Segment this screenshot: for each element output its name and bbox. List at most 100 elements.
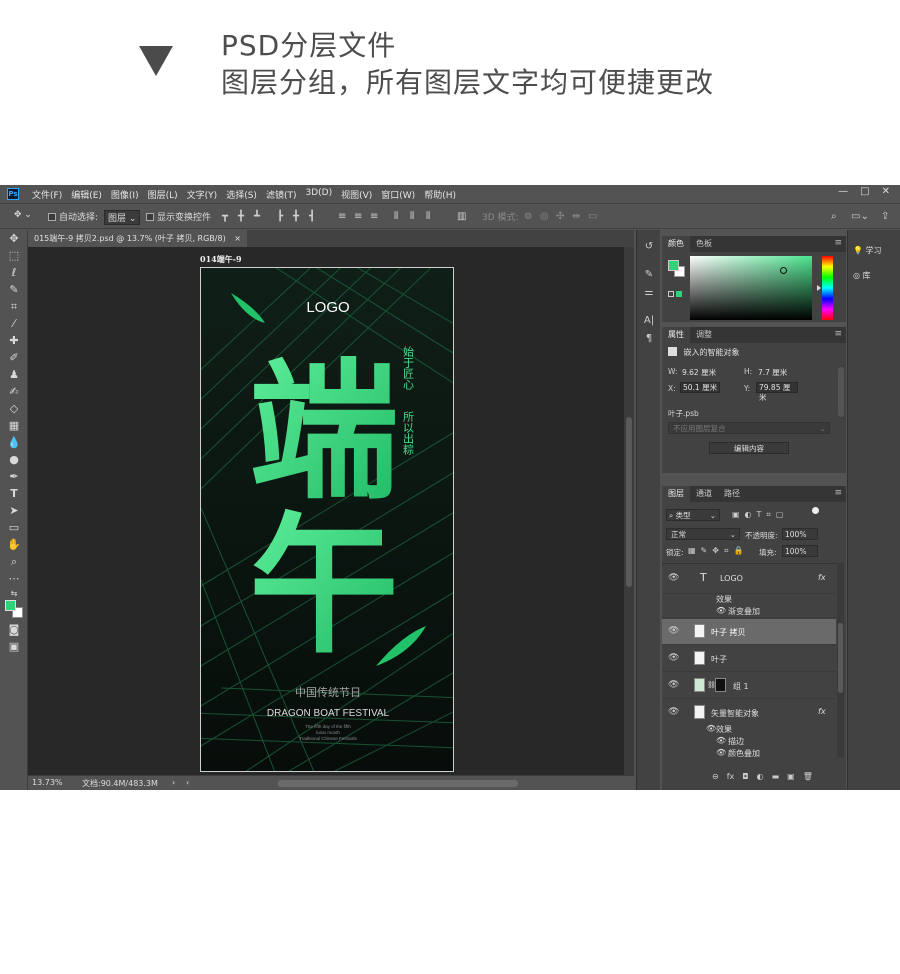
3d-roll-icon[interactable]: ◎	[540, 211, 549, 222]
hue-slider-pointer-icon[interactable]	[817, 285, 821, 291]
fill-input[interactable]: 100%	[782, 545, 818, 557]
layer-filter-icons[interactable]: ▣◐T⌗▢	[732, 510, 789, 520]
layer-row-leaf-copy[interactable]: 👁 叶子 拷贝	[662, 619, 836, 645]
align-right-icon[interactable]: ┫	[309, 211, 315, 222]
effect-eye-icon[interactable]: 👁	[716, 606, 726, 615]
align-left-icon[interactable]: ┣	[277, 211, 283, 222]
fx-icon[interactable]: fx	[818, 573, 826, 582]
menu-item-4[interactable]: 文字(Y)	[187, 188, 218, 201]
layers-scrollbar[interactable]	[837, 563, 844, 757]
healing-tool-icon[interactable]: ✚	[6, 334, 22, 348]
dodge-tool-icon[interactable]: ●	[6, 453, 22, 467]
tab-layers[interactable]: 图层	[662, 486, 690, 502]
y-input[interactable]: 79.85 厘米	[756, 382, 798, 402]
search-icon[interactable]: ⌕	[831, 211, 837, 222]
new-layer-icon[interactable]: ▣	[787, 772, 795, 781]
properties-scroll-thumb[interactable]	[838, 367, 844, 417]
horizontal-scroll-thumb[interactable]	[278, 780, 518, 787]
color-fg-swatch[interactable]	[668, 260, 679, 271]
color-field[interactable]	[690, 256, 812, 320]
menu-item-10[interactable]: 帮助(H)	[424, 188, 456, 201]
visibility-eye-icon[interactable]: 👁	[668, 707, 679, 717]
history-panel-icon[interactable]: ↺	[642, 240, 656, 254]
distribute-hcenter-icon[interactable]: ⫴	[410, 211, 414, 222]
tab-channels[interactable]: 通道	[690, 486, 718, 502]
visibility-eye-icon[interactable]: 👁	[668, 653, 679, 663]
show-transform-checkbox[interactable]: 显示变换控件	[146, 210, 211, 223]
menu-item-1[interactable]: 编辑(E)	[71, 188, 102, 201]
align-vcenter-icon[interactable]: ╋	[238, 211, 244, 222]
visibility-eye-icon[interactable]: 👁	[668, 626, 679, 636]
foreground-color-swatch[interactable]	[5, 600, 16, 611]
effect-stroke[interactable]: 👁 描边	[662, 736, 836, 748]
effect-gradient-overlay[interactable]: 👁 渐变叠加	[662, 606, 836, 618]
x-input[interactable]: 50.1 厘米	[680, 382, 720, 393]
effect-color-overlay[interactable]: 👁 颜色叠加	[662, 748, 836, 760]
menu-item-2[interactable]: 图像(I)	[111, 188, 139, 201]
move-tool-icon[interactable]: ✥	[6, 232, 22, 246]
blur-tool-icon[interactable]: 💧	[6, 436, 22, 450]
zoom-level[interactable]: 13.73%	[32, 778, 63, 787]
swap-colors-icon[interactable]: ⇆	[6, 587, 22, 601]
fx-add-icon[interactable]: fx	[727, 772, 735, 781]
more-tools-icon[interactable]: ⋯	[6, 572, 22, 586]
hand-tool-icon[interactable]: ✋	[6, 538, 22, 552]
status-arrow-icon[interactable]: ›	[172, 778, 175, 787]
type-tool-icon[interactable]: T	[6, 487, 22, 501]
layer-row-group1[interactable]: 👁 ⛓ 组 1	[662, 673, 836, 699]
menu-item-6[interactable]: 滤镜(T)	[266, 188, 297, 201]
poster-canvas[interactable]: 端 午 LOGO 始于匠心 所以出粽 中国传统节日 DRAGON BOAT FE…	[200, 267, 454, 772]
learn-panel-button[interactable]: 💡 学习	[853, 245, 882, 256]
workspace-icon[interactable]: ▭⌄	[851, 211, 869, 222]
tab-paths[interactable]: 路径	[718, 486, 746, 502]
screen-mode-icon[interactable]: ▣	[6, 640, 22, 654]
visibility-eye-icon[interactable]: 👁	[668, 573, 679, 583]
blend-mode-select[interactable]: 正常 ⌄	[666, 528, 740, 540]
opacity-input[interactable]: 100%	[782, 528, 818, 540]
eyedropper-tool-icon[interactable]: ⁄	[6, 317, 22, 331]
library-panel-button[interactable]: ◎ 库	[853, 270, 871, 281]
document-tab[interactable]: 015端午-9 拷贝2.psd @ 13.7% (叶子 拷贝, RGB/8) ×	[28, 230, 247, 247]
layers-scroll-thumb[interactable]	[838, 623, 843, 693]
panel-menu-icon[interactable]: ≡	[834, 238, 842, 248]
distribute-vcenter-icon[interactable]: ≡	[354, 211, 362, 222]
websafe-icon[interactable]	[676, 291, 682, 297]
vertical-scrollbar[interactable]	[624, 247, 634, 775]
lock-icons[interactable]: ▦✎✥⌗🔒	[688, 546, 748, 556]
distribute-right-icon[interactable]: ⫴	[426, 211, 430, 222]
vertical-scroll-thumb[interactable]	[626, 417, 632, 587]
effects-eye-icon[interactable]: 👁	[706, 724, 716, 733]
distribute-top-icon[interactable]: ≡	[338, 211, 346, 222]
character-panel-icon[interactable]: A|	[642, 314, 656, 328]
move-tool-options-icon[interactable]: ✥ ⌄	[14, 210, 32, 220]
gamut-warning-icon[interactable]	[668, 291, 674, 297]
layer-row-vector-smart[interactable]: 👁 矢量智能对象 fx	[662, 700, 836, 726]
marquee-tool-icon[interactable]: ⬚	[6, 249, 22, 263]
menu-item-9[interactable]: 窗口(W)	[381, 188, 415, 201]
edit-contents-button[interactable]: 编辑内容	[709, 442, 789, 454]
menu-item-5[interactable]: 选择(S)	[226, 188, 257, 201]
adjustment-layer-icon[interactable]: ◐	[757, 772, 764, 781]
color-picker-marker[interactable]	[780, 267, 787, 274]
w-value[interactable]: 9.62 厘米	[682, 367, 716, 378]
layers-menu-icon[interactable]: ≡	[834, 488, 842, 498]
effects-row-vector[interactable]: 👁 效果	[662, 724, 836, 736]
align-hcenter-icon[interactable]: ╋	[293, 211, 299, 222]
shape-tool-icon[interactable]: ▭	[6, 521, 22, 535]
zoom-tool-icon[interactable]: ⌕	[6, 555, 22, 569]
3d-rotate-icon[interactable]: ⊚	[524, 211, 532, 222]
crop-tool-icon[interactable]: ⌗	[6, 300, 22, 314]
new-group-icon[interactable]: ▬	[772, 772, 780, 781]
auto-align-icon[interactable]: ▥	[457, 211, 466, 222]
brush-panel-icon[interactable]: ✎	[642, 268, 656, 282]
visibility-eye-icon[interactable]: 👁	[668, 680, 679, 690]
brush-tool-icon[interactable]: ✐	[6, 351, 22, 365]
align-top-icon[interactable]: ┳	[222, 211, 228, 222]
auto-select-dropdown[interactable]: 图层 ⌄	[104, 210, 141, 225]
gradient-tool-icon[interactable]: ▦	[6, 419, 22, 433]
distribute-left-icon[interactable]: ⫴	[394, 211, 398, 222]
tab-adjustments[interactable]: 调整	[690, 327, 718, 343]
hue-slider[interactable]	[822, 256, 833, 320]
filter-toggle-icon[interactable]	[812, 507, 819, 514]
history-brush-icon[interactable]: ✍	[6, 385, 22, 399]
